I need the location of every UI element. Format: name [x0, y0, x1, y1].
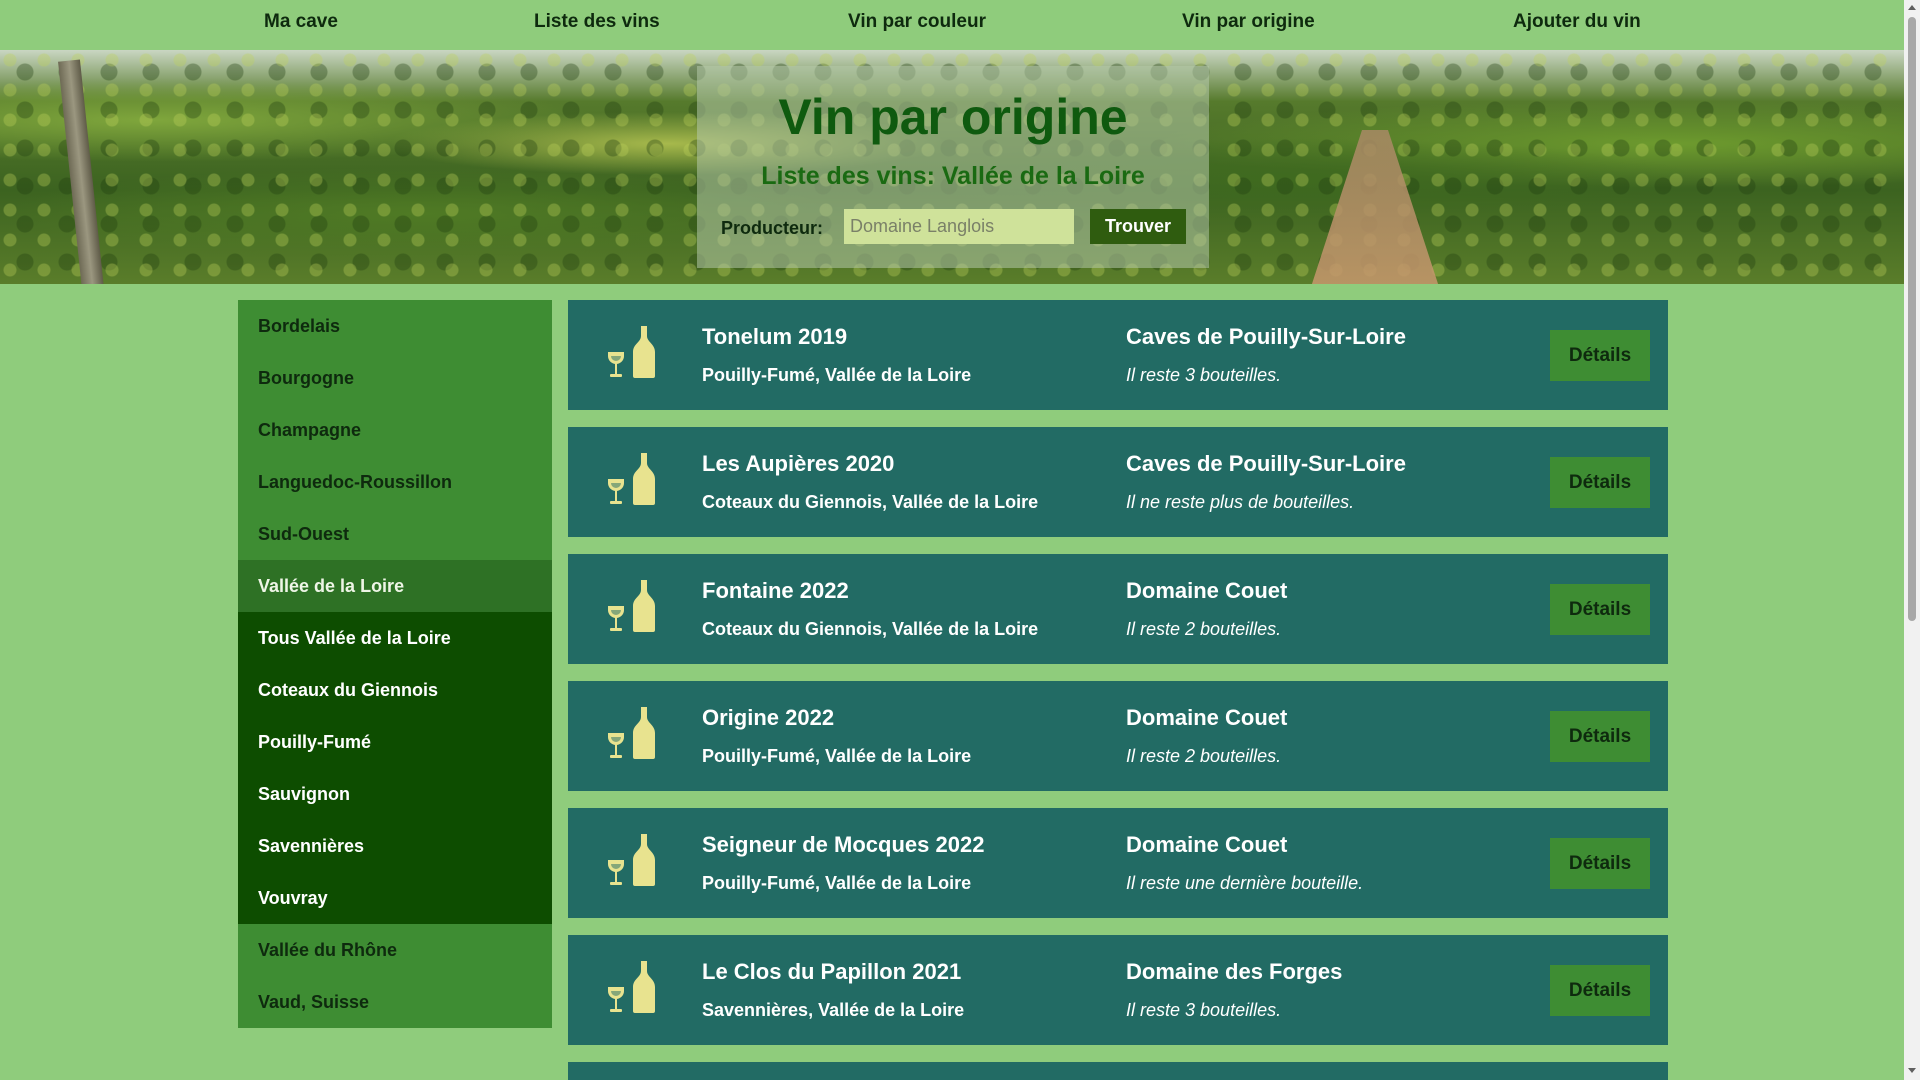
wine-name: Tonelum 2019 [702, 324, 848, 349]
wine-bottle-icon [633, 834, 655, 886]
region-sidebar: Bordelais Bourgogne Champagne Languedoc-… [238, 300, 552, 1028]
wine-producer: Caves de Pouilly-Sur-Loire [1126, 324, 1406, 349]
wine-glass-bottle-icon [608, 961, 655, 1013]
sidebar-item-vallee-du-rhone[interactable]: Vallée du Rhône [238, 924, 552, 976]
wine-stock: Il reste une dernière bouteille. [1126, 873, 1364, 893]
details-button[interactable]: Détails [1550, 457, 1650, 508]
wine-glass-icon [608, 733, 624, 758]
sidebar-item-bourgogne[interactable]: Bourgogne [238, 352, 552, 404]
wine-producer: Caves de Pouilly-Sur-Loire [1126, 451, 1406, 476]
trouver-button[interactable]: Trouver [1090, 209, 1186, 244]
wine-origin: Pouilly-Fumé, Vallée de la Loire [702, 746, 972, 766]
wine-origin: Savennières, Vallée de la Loire [702, 1000, 965, 1020]
wine-origin: Pouilly-Fumé, Vallée de la Loire [702, 873, 972, 893]
wine-name: Le Clos du Papillon 2021 [702, 959, 962, 984]
wine-glass-bottle-icon [608, 580, 655, 632]
details-button[interactable]: Détails [1550, 584, 1650, 635]
page-title: Vin par origine [778, 89, 1128, 145]
sidebar-subitem-pouilly-fume[interactable]: Pouilly-Fumé [238, 716, 552, 768]
wine-producer: Domaine des Forges [1126, 959, 1343, 984]
wine-producer: Domaine Couet [1126, 578, 1288, 603]
wine-stock: Il reste 3 bouteilles. [1126, 365, 1282, 385]
wine-card-partial [568, 1062, 1668, 1080]
wine-bottle-icon [633, 453, 655, 505]
wine-stock: Il reste 2 bouteilles. [1126, 746, 1282, 766]
wine-glass-bottle-icon [608, 453, 655, 505]
wine-stock: Il reste 2 bouteilles. [1126, 619, 1282, 639]
wine-bottle-icon [633, 326, 655, 378]
nav-vin-par-couleur[interactable]: Vin par couleur [848, 0, 986, 50]
wine-card: Origine 2022 Pouilly-Fumé, Vallée de la … [568, 681, 1668, 791]
wine-origin: Pouilly-Fumé, Vallée de la Loire [702, 365, 972, 385]
sidebar-subitem-tous[interactable]: Tous Vallée de la Loire [238, 612, 552, 664]
wine-glass-icon [608, 987, 624, 1012]
nav-ma-cave[interactable]: Ma cave [264, 0, 338, 50]
page-scrollbar[interactable] [1904, 0, 1920, 1080]
wine-glass-icon [608, 860, 624, 885]
wine-card: Seigneur de Mocques 2022 Pouilly-Fumé, V… [568, 808, 1668, 918]
sidebar-subitem-vouvray[interactable]: Vouvray [238, 872, 552, 924]
wine-name: Fontaine 2022 [702, 578, 849, 603]
nav-vin-par-origine[interactable]: Vin par origine [1182, 0, 1315, 50]
sidebar-subitem-coteaux-du-giennois[interactable]: Coteaux du Giennois [238, 664, 552, 716]
sidebar-subitem-savennieres[interactable]: Savennières [238, 820, 552, 872]
details-button[interactable]: Détails [1550, 838, 1650, 889]
sidebar-item-vaud-suisse[interactable]: Vaud, Suisse [238, 976, 552, 1028]
wine-name: Origine 2022 [702, 705, 835, 730]
wine-card: Fontaine 2022 Coteaux du Giennois, Vallé… [568, 554, 1668, 664]
producer-search-input[interactable] [844, 209, 1074, 244]
wine-origin: Coteaux du Giennois, Vallée de la Loire [702, 619, 1039, 639]
details-button[interactable]: Détails [1550, 330, 1650, 381]
hero-panel: Vin par origine Liste des vins: Vallée d… [697, 66, 1209, 268]
wine-name: Les Aupières 2020 [702, 451, 895, 476]
wine-bottle-icon [633, 707, 655, 759]
wine-card: Les Aupières 2020 Coteaux du Giennois, V… [568, 427, 1668, 537]
scroll-up-icon[interactable] [1908, 5, 1916, 10]
nav-liste-des-vins[interactable]: Liste des vins [534, 0, 660, 50]
wine-glass-bottle-icon [608, 834, 655, 886]
wine-glass-icon [608, 606, 624, 631]
wine-bottle-icon [633, 580, 655, 632]
wine-stock: Il reste 3 bouteilles. [1126, 1000, 1282, 1020]
sidebar-item-languedoc-roussillon[interactable]: Languedoc-Roussillon [238, 456, 552, 508]
scroll-down-icon[interactable] [1908, 1068, 1916, 1073]
wine-glass-icon [608, 479, 624, 504]
sidebar-item-sud-ouest[interactable]: Sud-Ouest [238, 508, 552, 560]
wine-list: Tonelum 2019 Pouilly-Fumé, Vallée de la … [568, 300, 1668, 1080]
wine-bottle-icon [633, 961, 655, 1013]
top-nav: Ma cave Liste des vins Vin par couleur V… [0, 0, 1904, 50]
wine-stock: Il ne reste plus de bouteilles. [1126, 492, 1355, 512]
wine-producer: Domaine Couet [1126, 832, 1288, 857]
sidebar-item-champagne[interactable]: Champagne [238, 404, 552, 456]
scroll-thumb[interactable] [1908, 17, 1916, 621]
wine-glass-bottle-icon [608, 707, 655, 759]
producer-label: Producteur: [721, 218, 824, 238]
page-subtitle: Liste des vins: Vallée de la Loire [761, 162, 1145, 190]
wine-origin: Coteaux du Giennois, Vallée de la Loire [702, 492, 1039, 512]
details-button[interactable]: Détails [1550, 711, 1650, 762]
wine-name: Seigneur de Mocques 2022 [702, 832, 985, 857]
wine-card: Tonelum 2019 Pouilly-Fumé, Vallée de la … [568, 300, 1668, 410]
nav-ajouter-du-vin[interactable]: Ajouter du vin [1513, 0, 1641, 50]
details-button[interactable]: Détails [1550, 965, 1650, 1016]
sidebar-subitem-sauvignon[interactable]: Sauvignon [238, 768, 552, 820]
wine-glass-bottle-icon [608, 326, 655, 378]
wine-card: Le Clos du Papillon 2021 Savennières, Va… [568, 935, 1668, 1045]
wine-producer: Domaine Couet [1126, 705, 1288, 730]
sidebar-item-vallee-de-la-loire[interactable]: Vallée de la Loire [238, 560, 552, 612]
sidebar-item-bordelais[interactable]: Bordelais [238, 300, 552, 352]
wine-glass-icon [608, 352, 624, 377]
